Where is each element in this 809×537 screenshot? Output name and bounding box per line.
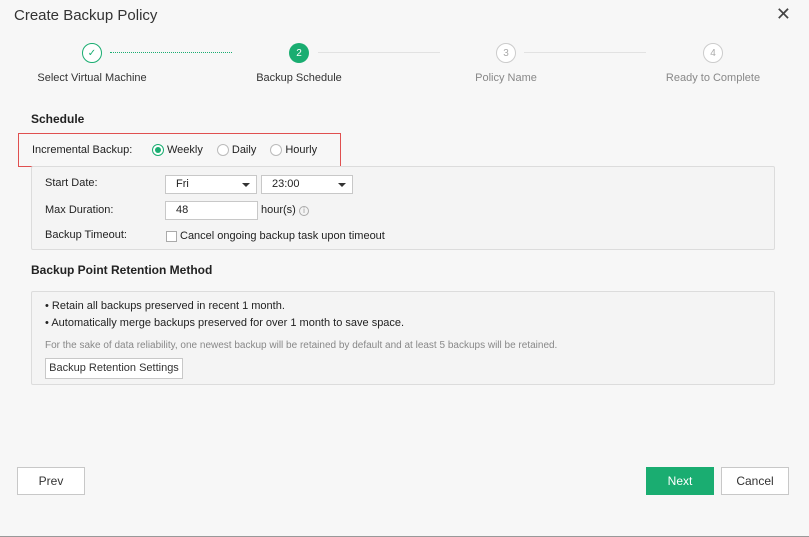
step-ready-to-complete: 4 Ready to Complete — [633, 43, 793, 84]
step-number: 3 — [496, 43, 516, 63]
backup-retention-settings-button[interactable]: Backup Retention Settings — [45, 358, 183, 379]
start-date-label: Start Date: — [45, 177, 98, 189]
dialog-title: Create Backup Policy — [14, 7, 158, 24]
incremental-backup-label: Incremental Backup: — [32, 144, 133, 156]
start-day-value: Fri — [176, 178, 189, 190]
step-number: 2 — [289, 43, 309, 63]
schedule-details-panel — [31, 166, 775, 250]
retention-note: For the sake of data reliability, one ne… — [45, 340, 558, 351]
radio-icon — [216, 144, 229, 156]
cancel-button[interactable]: Cancel — [721, 467, 789, 495]
step-policy-name: 3 Policy Name — [426, 43, 586, 84]
radio-label: Hourly — [285, 144, 318, 156]
max-duration-input[interactable]: 48 — [165, 201, 258, 220]
cancel-on-timeout-label: Cancel ongoing backup task upon timeout — [180, 230, 385, 242]
backup-timeout-label: Backup Timeout: — [45, 229, 127, 241]
check-icon: ✓ — [82, 43, 102, 63]
radio-weekly[interactable]: Weekly — [152, 144, 203, 156]
close-icon[interactable]: ✕ — [776, 5, 791, 23]
retention-bullet-2: • Automatically merge backups preserved … — [45, 317, 405, 329]
step-number: 4 — [703, 43, 723, 63]
start-day-select[interactable]: Fri — [165, 175, 257, 194]
step-select-virtual-machine: ✓ Select Virtual Machine — [12, 43, 172, 84]
radio-label: Daily — [231, 144, 257, 156]
next-button[interactable]: Next — [646, 467, 714, 495]
max-duration-unit: hour(s) — [261, 204, 296, 216]
info-icon[interactable]: i — [299, 206, 309, 216]
step-label: Ready to Complete — [665, 72, 761, 84]
schedule-title: Schedule — [31, 112, 85, 126]
radio-label: Weekly — [167, 144, 203, 156]
retention-bullet-1: • Retain all backups preserved in recent… — [45, 300, 285, 312]
radio-icon — [270, 144, 283, 156]
chevron-down-icon — [338, 183, 346, 187]
prev-button[interactable]: Prev — [17, 467, 85, 495]
max-duration-label: Max Duration: — [45, 204, 114, 216]
radio-daily[interactable]: Daily — [216, 144, 257, 156]
start-time-select[interactable]: 23:00 — [261, 175, 353, 194]
radio-selected-icon — [152, 144, 164, 156]
step-label: Backup Schedule — [256, 72, 342, 84]
step-backup-schedule: 2 Backup Schedule — [219, 43, 379, 84]
start-time-value: 23:00 — [272, 178, 300, 190]
retention-title: Backup Point Retention Method — [31, 263, 213, 277]
create-backup-policy-dialog: Create Backup Policy ✕ ✓ Select Virtual … — [0, 0, 809, 537]
radio-hourly[interactable]: Hourly — [270, 144, 317, 156]
chevron-down-icon — [242, 183, 250, 187]
step-label: Select Virtual Machine — [37, 72, 147, 84]
step-label: Policy Name — [475, 72, 537, 84]
incremental-backup-row: Incremental Backup: Weekly Daily Hourly — [18, 133, 341, 167]
cancel-on-timeout-checkbox[interactable] — [166, 231, 177, 242]
